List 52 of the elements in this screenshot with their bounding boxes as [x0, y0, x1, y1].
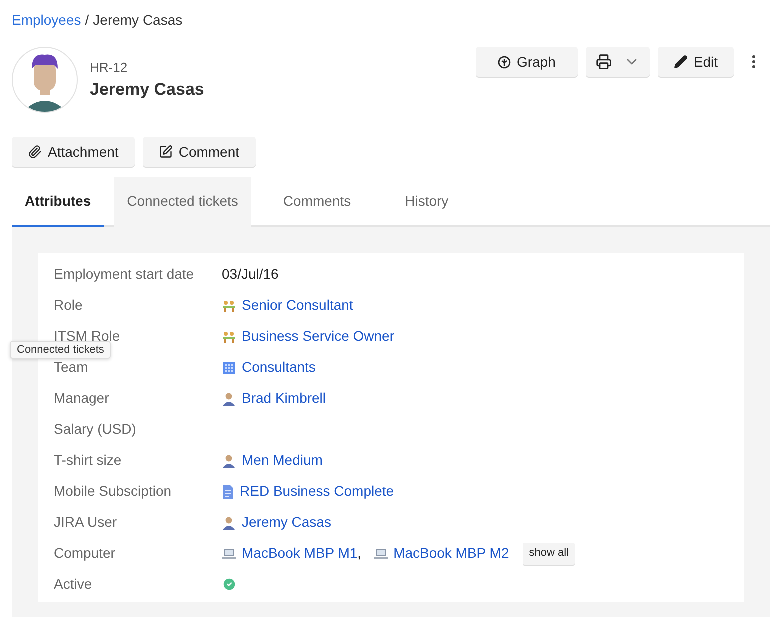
people-icon	[222, 298, 236, 312]
comma-separator: ,	[358, 544, 362, 563]
attribute-label: T-shirt size	[54, 451, 123, 470]
avatar	[12, 47, 78, 113]
laptop-icon	[222, 548, 236, 560]
attribute-link[interactable]: MacBook MBP M2	[394, 543, 510, 564]
attribute-value: 03/Jul/16	[222, 265, 279, 284]
tab[interactable]: Comments	[261, 177, 374, 227]
people-icon	[222, 330, 236, 344]
attachment-button[interactable]: Attachment	[12, 137, 135, 167]
attribute-link[interactable]: Brad Kimbrell	[242, 388, 326, 409]
attribute-label: JIRA User	[54, 513, 118, 532]
attribute-link[interactable]: Consultants	[242, 357, 316, 378]
employee-name: Jeremy Casas	[90, 79, 204, 101]
person-icon	[222, 516, 236, 530]
attribute-link[interactable]: RED Business Complete	[240, 481, 394, 502]
employee-key: HR-12	[90, 58, 204, 77]
breadcrumb-separator: /	[85, 11, 90, 30]
attribute-link[interactable]: Senior Consultant	[242, 295, 354, 316]
printer-icon	[596, 54, 612, 70]
attribute-label: Employment start date	[54, 265, 196, 284]
comment-button[interactable]: Comment	[142, 137, 256, 167]
pencil-square-icon	[158, 145, 173, 159]
attribute-link[interactable]: Jeremy Casas	[242, 512, 332, 533]
tab[interactable]: History	[383, 177, 471, 227]
building-icon	[222, 360, 236, 374]
graph-button[interactable]: Graph	[476, 47, 578, 77]
show-all-button[interactable]: show all	[523, 542, 575, 564]
attribute-link[interactable]: Men Medium	[242, 450, 323, 471]
print-dropdown-button[interactable]	[586, 47, 650, 77]
person-icon	[222, 392, 236, 406]
breadcrumb-current: Jeremy Casas	[93, 11, 183, 30]
paperclip-icon	[28, 145, 42, 159]
attribute-label: Team	[54, 358, 90, 377]
tooltip: Connected tickets	[10, 341, 112, 359]
attribute-link[interactable]: MacBook MBP M1	[242, 543, 358, 564]
document-icon	[222, 484, 234, 498]
attribute-label: Computer	[54, 544, 116, 563]
attribute-label: Role	[54, 296, 84, 315]
attribute-label: Mobile Subsciption	[54, 482, 173, 501]
person-icon	[222, 454, 236, 468]
edit-button[interactable]: Edit	[658, 47, 734, 77]
graph-icon	[498, 56, 511, 68]
attribute-label: Salary (USD)	[54, 420, 138, 439]
pencil-icon	[674, 55, 688, 69]
more-icon	[752, 55, 756, 69]
attribute-label: Manager	[54, 389, 110, 408]
tab[interactable]: Connected tickets	[114, 177, 252, 227]
attribute-link[interactable]: Business Service Owner	[242, 326, 395, 347]
attribute-label: Active	[54, 575, 94, 594]
laptop-icon	[374, 548, 388, 560]
breadcrumb-link[interactable]: Employees	[12, 10, 82, 31]
